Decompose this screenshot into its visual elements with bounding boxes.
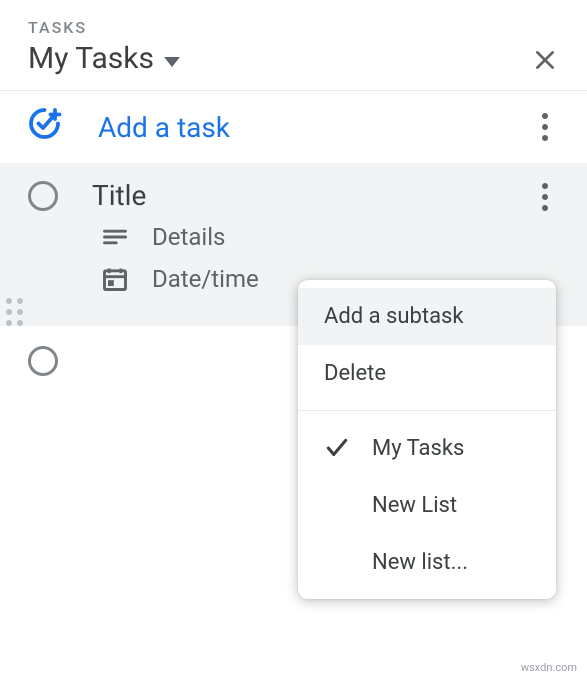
task-more-button[interactable] bbox=[529, 181, 561, 213]
more-options-button[interactable] bbox=[529, 111, 561, 143]
close-button[interactable] bbox=[529, 44, 561, 76]
menu-label: My Tasks bbox=[372, 436, 464, 461]
details-icon bbox=[100, 222, 130, 252]
datetime-label: Date/time bbox=[152, 265, 259, 293]
check-icon bbox=[324, 435, 358, 461]
task-title-row: Title bbox=[28, 179, 559, 212]
drag-handle[interactable] bbox=[6, 298, 23, 326]
details-row[interactable]: Details bbox=[28, 222, 559, 252]
menu-list-item[interactable]: New List bbox=[298, 477, 556, 534]
list-selector[interactable]: My Tasks bbox=[28, 41, 559, 76]
calendar-icon bbox=[100, 264, 130, 294]
complete-checkbox[interactable] bbox=[28, 346, 58, 376]
menu-list-item[interactable]: New list... bbox=[298, 534, 556, 591]
details-label: Details bbox=[152, 223, 225, 251]
dot-icon bbox=[542, 183, 548, 189]
dot-icon bbox=[542, 135, 548, 141]
add-task-label: Add a task bbox=[98, 111, 230, 144]
panel-header: TASKS My Tasks bbox=[0, 0, 587, 90]
list-name: My Tasks bbox=[28, 41, 154, 76]
menu-label: Delete bbox=[324, 361, 386, 386]
watermark: wsxdn.com bbox=[521, 661, 577, 674]
dot-icon bbox=[542, 205, 548, 211]
menu-label: New list... bbox=[372, 550, 468, 575]
menu-label: Add a subtask bbox=[324, 304, 464, 329]
dot-icon bbox=[542, 113, 548, 119]
dot-icon bbox=[542, 124, 548, 130]
complete-checkbox[interactable] bbox=[28, 181, 58, 211]
task-title-input[interactable]: Title bbox=[92, 179, 146, 212]
add-task-row[interactable]: Add a task bbox=[0, 91, 587, 163]
menu-add-subtask[interactable]: Add a subtask bbox=[298, 288, 556, 345]
menu-label: New List bbox=[372, 493, 457, 518]
header-label: TASKS bbox=[28, 18, 559, 37]
add-task-icon bbox=[28, 107, 64, 147]
menu-delete[interactable]: Delete bbox=[298, 345, 556, 402]
menu-list-item[interactable]: My Tasks bbox=[298, 419, 556, 477]
chevron-down-icon bbox=[164, 57, 180, 67]
menu-divider bbox=[298, 410, 556, 411]
context-menu: Add a subtask Delete My Tasks New List N… bbox=[298, 280, 556, 599]
close-icon bbox=[532, 47, 558, 73]
dot-icon bbox=[542, 194, 548, 200]
